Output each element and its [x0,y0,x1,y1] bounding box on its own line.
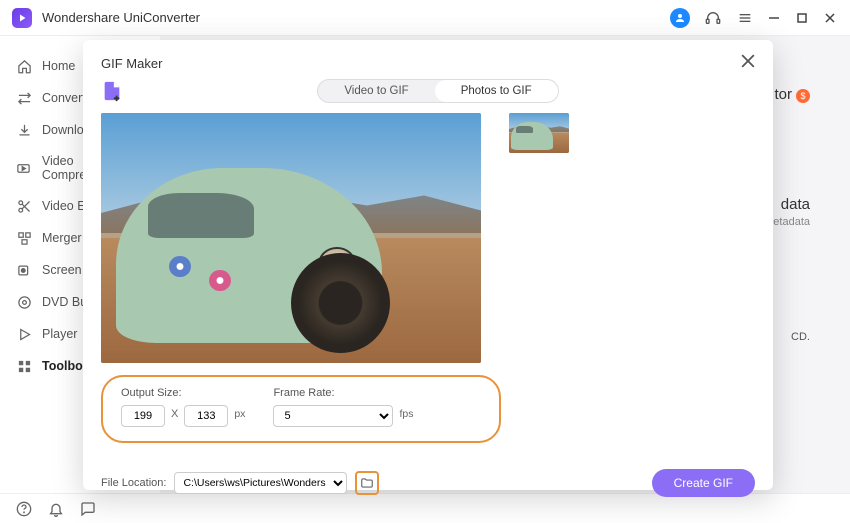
sidebar-item-label: Merger [42,231,82,245]
app-logo-icon [12,8,32,28]
bg-cd-text: CD. [791,331,810,343]
close-icon[interactable] [741,54,755,73]
footer-bar [0,493,850,523]
fps-label: fps [399,408,413,424]
download-icon [16,122,32,138]
output-size-label: Output Size: [121,387,245,399]
file-location-label: File Location: [101,477,166,489]
tab-video-to-gif[interactable]: Video to GIF [318,80,434,102]
sidebar-item-label: Home [42,59,75,73]
bg-data-title: data [781,196,810,213]
create-gif-button[interactable]: Create GIF [652,469,755,497]
minimize-icon[interactable] [768,11,782,25]
browse-folder-button[interactable] [355,471,379,495]
output-settings: Output Size: X px Frame Rate: 5 fps [101,375,501,443]
thumbnail-image[interactable] [509,113,569,153]
modal-title: GIF Maker [101,56,162,71]
help-icon[interactable] [16,501,32,517]
tab-group: Video to GIF Photos to GIF [317,79,558,103]
merge-icon [16,230,32,246]
add-file-icon[interactable] [101,80,123,102]
preview-image [101,113,481,363]
menu-icon[interactable] [736,9,754,27]
gif-maker-modal: GIF Maker Video to GIF Photos to GIF [83,40,773,490]
sidebar-item-label: Player [42,327,77,341]
scissors-icon [16,198,32,214]
compress-icon [16,160,32,176]
headset-icon[interactable] [704,9,722,27]
maximize-icon[interactable] [796,11,810,25]
fps-select[interactable]: 5 [273,405,393,427]
by-label: X [171,408,178,424]
user-account-icon[interactable] [670,8,690,28]
home-icon [16,58,32,74]
bg-editor-label: tor$ [774,86,810,103]
bg-data-sub: etadata [773,216,810,228]
close-window-icon[interactable] [824,11,838,25]
bell-icon[interactable] [48,501,64,517]
px-label: px [234,408,245,424]
file-location-select[interactable]: C:\Users\ws\Pictures\Wonders [174,472,347,494]
premium-badge-icon: $ [796,89,810,103]
disc-icon [16,294,32,310]
tab-photos-to-gif[interactable]: Photos to GIF [435,80,558,102]
height-input[interactable] [184,405,228,427]
app-title: Wondershare UniConverter [42,10,670,25]
titlebar: Wondershare UniConverter [0,0,850,36]
play-icon [16,326,32,342]
converter-icon [16,90,32,106]
grid-icon [16,358,32,374]
frame-rate-label: Frame Rate: [273,387,413,399]
feedback-icon[interactable] [80,501,96,517]
record-icon [16,262,32,278]
width-input[interactable] [121,405,165,427]
